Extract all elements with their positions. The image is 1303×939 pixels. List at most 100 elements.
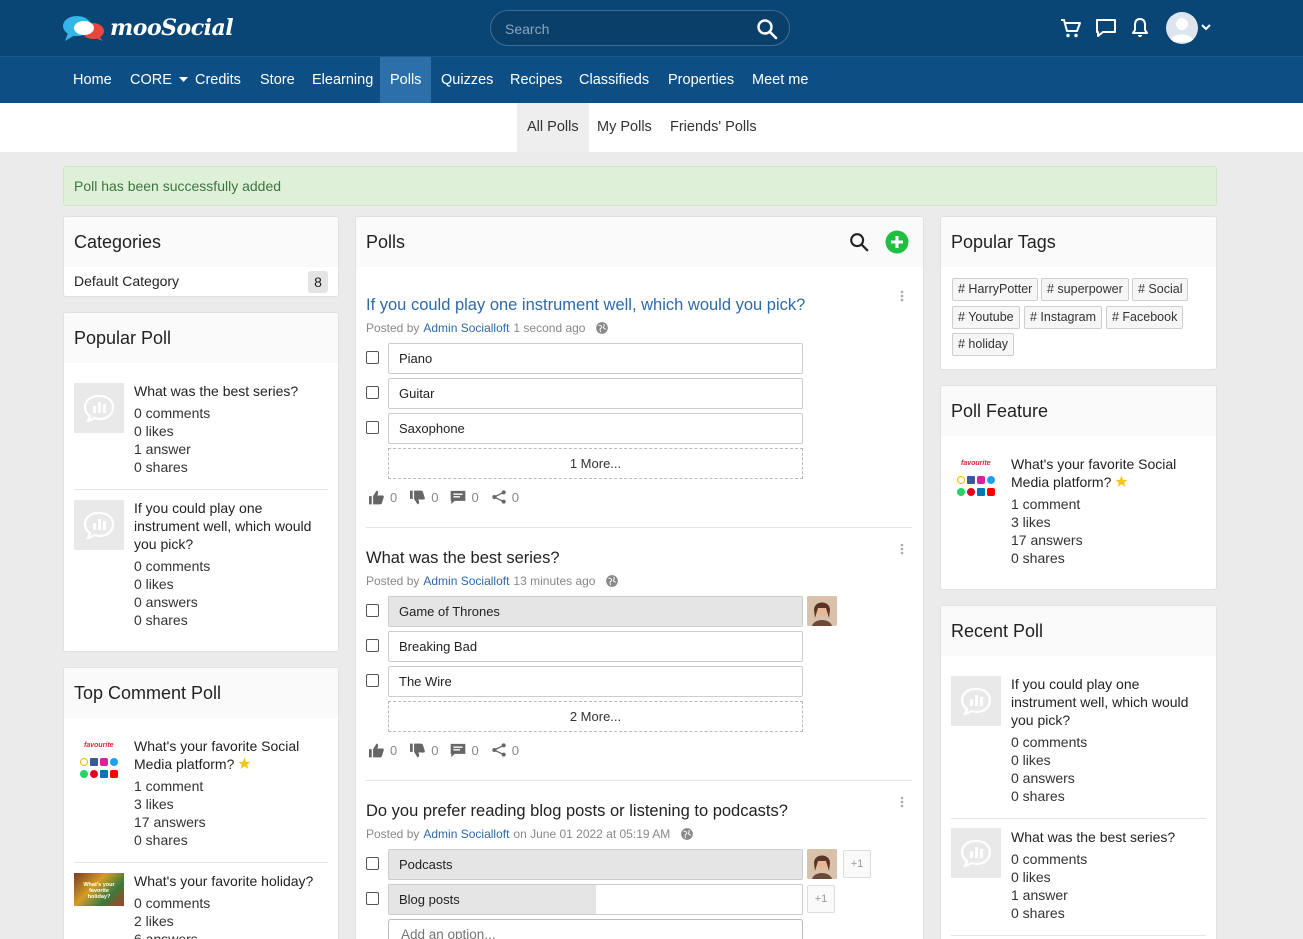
tab-friends-polls[interactable]: Friends' Polls (660, 103, 767, 152)
poll-option[interactable]: Podcasts (388, 849, 803, 880)
poll-option[interactable]: The Wire (388, 666, 803, 697)
tag-harrypotter[interactable]: # HarryPotter (952, 278, 1039, 301)
tab-all-polls[interactable]: All Polls (517, 103, 589, 152)
option-label: Breaking Bad (399, 639, 478, 654)
nav-recipes[interactable]: Recipes (500, 57, 572, 103)
poll-title-link[interactable]: What was the best series? (1011, 828, 1207, 846)
like-button[interactable]: 0 (368, 490, 397, 505)
likes-count: 3 likes (1011, 514, 1051, 530)
search-polls-icon[interactable] (848, 231, 870, 253)
author-link[interactable]: Admin Socialloft (423, 827, 509, 841)
nav-classifieds[interactable]: Classifieds (569, 57, 659, 103)
poll-chat-icon (83, 394, 115, 422)
tag-youtube[interactable]: # Youtube (952, 306, 1020, 329)
youtube-icon (987, 488, 995, 496)
posted-by-label: Posted by (366, 827, 420, 841)
poll-title-link[interactable]: If you could play one instrument well, w… (366, 295, 805, 315)
divider (74, 489, 328, 490)
chevron-down-icon[interactable] (1201, 24, 1211, 32)
poll-thumbnail[interactable] (951, 676, 1001, 726)
messages-icon[interactable] (1094, 16, 1118, 40)
tag-facebook[interactable]: # Facebook (1106, 306, 1184, 329)
nav-credits[interactable]: Credits (185, 57, 251, 103)
poll-title-link[interactable]: What was the best series? (366, 548, 560, 568)
option-checkbox[interactable] (366, 892, 379, 905)
holiday-thumbnail[interactable]: What's your favorite holiday? (74, 873, 124, 906)
add-option-input[interactable] (388, 919, 803, 939)
social-platform-thumbnail[interactable]: favourite (74, 738, 126, 788)
tag-superpower[interactable]: # superpower (1041, 278, 1129, 301)
comments-count: 0 comments (134, 895, 211, 911)
option-checkbox[interactable] (366, 421, 379, 434)
poll-option[interactable]: Saxophone (388, 413, 803, 444)
poll-option[interactable]: Guitar (388, 378, 803, 409)
option-checkbox[interactable] (366, 639, 379, 652)
poll-option[interactable]: Breaking Bad (388, 631, 803, 662)
divider (366, 527, 912, 528)
option-checkbox[interactable] (366, 351, 379, 364)
tag-holiday[interactable]: # holiday (952, 333, 1015, 356)
more-options-button[interactable]: 1 More... (388, 448, 803, 479)
answers-count: 1 answer (1011, 887, 1068, 903)
poll-title-link[interactable]: What's your favorite holiday? (134, 872, 330, 890)
nav-elearning[interactable]: Elearning (302, 57, 383, 103)
more-voters-badge[interactable]: +1 (807, 885, 835, 913)
voter-avatar[interactable] (807, 849, 837, 879)
site-logo[interactable]: mooSocial (62, 13, 234, 43)
search-icon[interactable] (755, 17, 779, 41)
thumb-caption: What's your favorite holiday? (83, 882, 115, 900)
tab-my-polls[interactable]: My Polls (587, 103, 662, 152)
tag-social[interactable]: # Social (1132, 278, 1189, 301)
poll-thumbnail[interactable] (74, 500, 124, 550)
category-count-badge: 8 (308, 271, 328, 293)
voter-avatar[interactable] (807, 596, 837, 626)
poll-title-link[interactable]: What's your favorite Social Media platfo… (134, 737, 330, 773)
nav-store[interactable]: Store (250, 57, 305, 103)
poll-title-link[interactable]: What's your favorite Social Media platfo… (1011, 455, 1207, 491)
more-options-button[interactable]: 2 More... (388, 701, 803, 732)
nav-properties[interactable]: Properties (658, 57, 744, 103)
poll-thumbnail[interactable] (951, 828, 1001, 878)
user-avatar[interactable] (1166, 12, 1198, 44)
nav-home[interactable]: Home (63, 57, 122, 103)
comment-button[interactable]: 0 (450, 743, 479, 758)
tag-instagram[interactable]: # Instagram (1024, 306, 1103, 329)
poll-option[interactable]: Blog posts (388, 884, 803, 915)
option-checkbox[interactable] (366, 674, 379, 687)
more-voters-badge[interactable]: +1 (843, 850, 871, 878)
option-label: Guitar (399, 386, 435, 401)
share-button[interactable]: 0 (491, 489, 519, 505)
poll-option[interactable]: Piano (388, 343, 803, 374)
social-platform-thumbnail[interactable]: favourite (951, 456, 1003, 506)
youtube-icon (110, 770, 118, 778)
cart-icon[interactable] (1059, 16, 1083, 40)
comment-button[interactable]: 0 (450, 490, 479, 505)
author-link[interactable]: Admin Socialloft (423, 574, 509, 588)
like-button[interactable]: 0 (368, 743, 397, 758)
option-checkbox[interactable] (366, 857, 379, 870)
dislike-button[interactable]: 0 (409, 490, 438, 505)
more-options-icon[interactable] (900, 543, 904, 555)
more-options-icon[interactable] (900, 796, 904, 808)
dislike-button[interactable]: 0 (409, 743, 438, 758)
option-checkbox[interactable] (366, 386, 379, 399)
add-poll-icon[interactable] (885, 230, 909, 254)
bell-icon[interactable] (1128, 16, 1152, 40)
search-input[interactable] (505, 19, 745, 39)
nav-polls[interactable]: Polls (380, 57, 432, 103)
poll-title-link[interactable]: If you could play one instrument well, w… (134, 499, 330, 553)
poll-thumbnail[interactable] (74, 383, 124, 433)
nav-meet-me[interactable]: Meet me (742, 57, 818, 103)
answers-count: 1 answer (134, 441, 191, 457)
recent-poll-title: Recent Poll (941, 606, 1216, 656)
poll-title-link[interactable]: Do you prefer reading blog posts or list… (366, 801, 788, 821)
poll-title-link[interactable]: What was the best series? (134, 382, 330, 400)
more-options-icon[interactable] (900, 290, 904, 302)
poll-option[interactable]: Game of Thrones (388, 596, 803, 627)
category-default[interactable]: Default Category (74, 273, 179, 289)
poll-title-link[interactable]: If you could play one instrument well, w… (1011, 675, 1207, 729)
nav-quizzes[interactable]: Quizzes (431, 57, 503, 103)
option-checkbox[interactable] (366, 604, 379, 617)
author-link[interactable]: Admin Socialloft (423, 321, 509, 335)
share-button[interactable]: 0 (491, 742, 519, 758)
